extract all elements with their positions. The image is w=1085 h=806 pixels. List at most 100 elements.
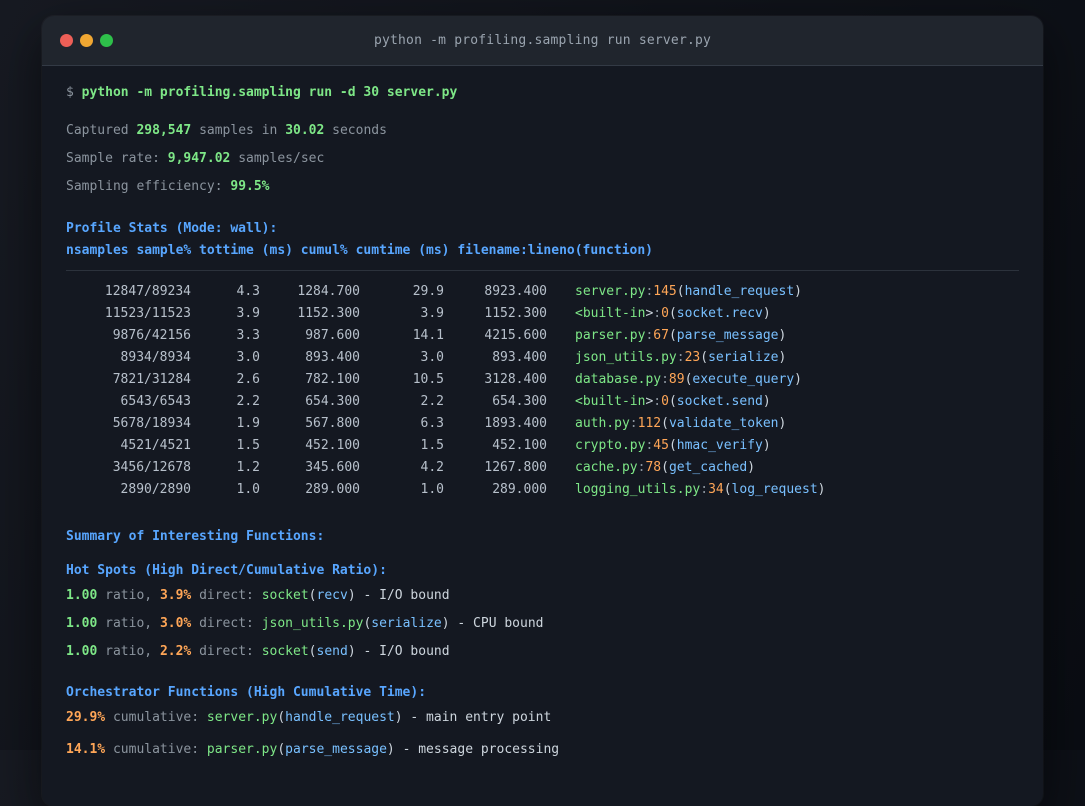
terminal-content: $ python -m profiling.sampling run -d 30… [42,66,1043,760]
module-name: socket [261,644,309,659]
function-name: socket.recv [676,306,763,321]
sample-pct-cell: 1.9 [236,416,260,431]
table-row: 8934/8934 3.0 893.400 3.0 893.400 json_utils.… [66,347,1019,369]
cumulative-label: cumulative: [112,710,200,725]
cumtime-cell: 3128.400 [484,372,547,387]
cumul-pct-cell: 4.2 [420,460,444,475]
filename: database.py [575,372,662,387]
filename: parser.py [575,328,646,343]
cumulative-pct: 29.9% [66,710,106,725]
colon: : [676,350,685,365]
colon: : [629,416,638,431]
ratio-value: 1.00 [66,616,98,631]
sample-pct-cell: 3.3 [236,328,260,343]
module-name: json_utils.py [261,616,364,631]
open-paren: ( [723,482,732,497]
module-name: socket [261,588,309,603]
filename: <built-in [575,394,646,409]
close-paren: ) [347,588,356,603]
captured-line: Captured 298,547 samples in 30.02 second… [66,121,1019,141]
lineno: 0 [661,394,669,409]
captured-suffix: seconds [332,123,387,138]
captured-samples: 298,547 [136,123,192,138]
tottime-cell: 654.300 [305,394,360,409]
table-row: 9876/42156 3.3 987.600 14.1 4215.600 parser.p… [66,325,1019,347]
nsamples-cell: 11523/11523 [104,306,191,321]
hot-spots-title: Hot Spots (High Direct/Cumulative Ratio)… [66,563,387,578]
tottime-cell: 782.100 [305,372,360,387]
table-columns-header: nsamples sample% tottime (ms) cumul% cum… [66,243,653,258]
open-paren: ( [676,284,685,299]
filename: cache.py [575,460,638,475]
ratio-label: ratio, [105,588,153,603]
open-paren: ( [668,394,677,409]
ratio-label: ratio, [105,644,153,659]
note-text: - I/O bound [363,644,450,659]
lineno: 45 [653,438,669,453]
tottime-cell: 289.000 [305,482,360,497]
lineno: 23 [684,350,701,365]
sample-rate-label: Sample rate: [66,151,160,166]
open-paren: ( [661,416,669,431]
sample-pct-cell: 2.2 [236,394,260,409]
nsamples-cell: 5678/18934 [112,416,191,431]
function-name: socket.send [676,394,763,409]
function-name: validate_token [668,416,779,431]
function-name: serialize [708,350,779,365]
close-paren: ) [747,460,756,475]
function-name: log_request [731,482,818,497]
function-name: recv [316,588,348,603]
tottime-cell: 1284.700 [297,284,360,299]
lineno: 34 [708,482,724,497]
cumtime-cell: 289.000 [492,482,547,497]
cumul-pct-cell: 10.5 [412,372,444,387]
sample-pct-cell: 4.3 [236,284,260,299]
sample-pct-cell: 3.0 [236,350,260,365]
direct-pct: 2.2% [159,644,192,659]
lineno: 112 [637,416,662,431]
nsamples-cell: 6543/6543 [120,394,191,409]
open-paren: ( [308,588,317,603]
filename: server.py [575,284,646,299]
filename: json_utils.py [575,350,677,365]
close-paren: ) [762,394,771,409]
efficiency-label: Sampling efficiency: [66,179,223,194]
filename: auth.py [575,416,630,431]
cumul-pct-cell: 2.2 [420,394,444,409]
direct-label: direct: [199,644,254,659]
close-paren: ) [794,372,802,387]
filename: crypto.py [575,438,646,453]
close-paren: ) [817,482,826,497]
close-paren: ) [778,350,787,365]
function-ref-cell: json_utils.py:23(serialize) [547,347,786,369]
function-name: get_cached [668,460,748,475]
function-ref-cell: auth.py:112(validate_token) [547,413,786,435]
function-name: serialize [371,616,442,631]
sample-pct-cell: 3.9 [236,306,260,321]
cumul-pct-cell: 1.0 [420,482,444,497]
function-name: handle_request [684,284,795,299]
captured-duration: 30.02 [285,123,325,138]
lineno: 78 [645,460,662,475]
cumul-pct-cell: 6.3 [420,416,444,431]
close-paren: ) [778,328,787,343]
cumul-pct-cell: 1.5 [420,438,444,453]
prompt-line: $ python -m profiling.sampling run -d 30… [66,83,1019,103]
cumtime-cell: 1152.300 [484,306,547,321]
hot-spot-line: 1.00 ratio, 3.9% direct: socket(recv) - … [66,586,1019,606]
table-row: 4521/4521 1.5 452.100 1.5 452.100 crypto.py:4… [66,435,1019,457]
sample-rate-suffix: samples/sec [238,151,325,166]
orchestrator-line: 14.1% cumulative: parser.py(parse_messag… [66,740,1019,760]
lineno: 0 [661,306,669,321]
tottime-cell: 893.400 [305,350,360,365]
function-name: handle_request [285,710,395,725]
title-bar: python -m profiling.sampling run server.… [42,16,1043,66]
direct-pct: 3.9% [159,588,192,603]
profile-table: 12847/89234 4.3 1284.700 29.9 8923.400 server… [66,281,1019,501]
note-text: - CPU bound [457,616,544,631]
colon: : [653,394,662,409]
cumul-pct-cell: 14.1 [412,328,444,343]
tottime-cell: 345.600 [305,460,360,475]
function-name: send [316,644,348,659]
lineno: 67 [653,328,669,343]
